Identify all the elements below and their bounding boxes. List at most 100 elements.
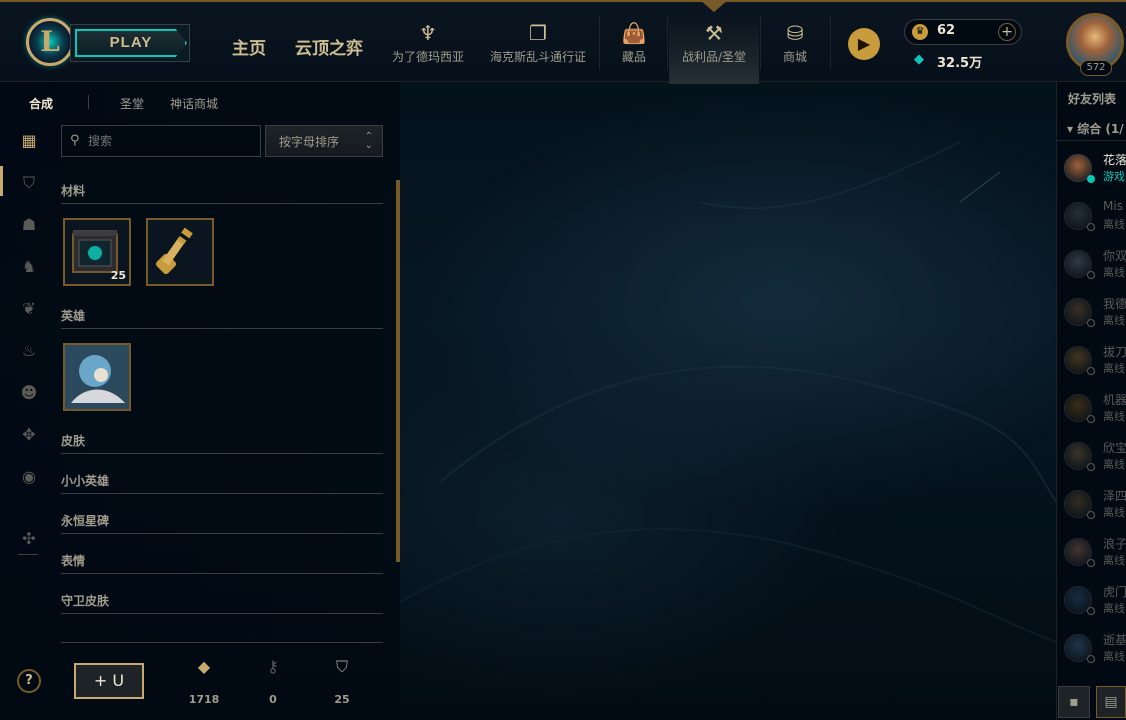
riot-points-value: 62 (937, 23, 956, 38)
friend-status-dot-icon (1087, 559, 1095, 567)
sort-dropdown-value: 按字母排序 (279, 135, 340, 149)
skin-mask-icon[interactable]: ♞ (16, 254, 42, 280)
friend-row[interactable]: 欣宝 离线 (1057, 436, 1126, 484)
friend-row[interactable]: 浪子 离线 (1057, 532, 1126, 580)
champion-shard-tile[interactable] (63, 343, 131, 411)
friend-status: 离线 (1103, 410, 1125, 423)
subtab-crafting[interactable]: 合成 (29, 95, 53, 112)
nav-home[interactable]: 主页 (232, 34, 266, 59)
nav-loot-label: 战利品/圣堂 (681, 50, 747, 64)
keys-value: 0 (269, 693, 277, 706)
section-materials[interactable]: 材料 (61, 182, 383, 204)
all-categories-grid-icon[interactable]: ▦ (16, 128, 42, 154)
tft-pass-icon[interactable]: ▶ (848, 28, 880, 60)
friend-row[interactable]: Mis 离线 (1057, 196, 1126, 244)
friend-status: 离线 (1103, 602, 1125, 615)
section-little-legends[interactable]: 小小英雄 (61, 472, 383, 494)
nav-for-demacia[interactable]: ♆ 为了德玛西亚 (386, 16, 470, 84)
friend-name: 泽四 (1103, 489, 1126, 503)
friend-status-dot-icon (1087, 367, 1095, 375)
friends-group-divider (1057, 140, 1126, 141)
friend-status-dot-icon (1087, 271, 1095, 279)
subtab-sanctum[interactable]: 圣堂 (120, 95, 144, 112)
league-logo-icon[interactable]: L (26, 18, 74, 66)
friend-row[interactable]: 逝基 离线 (1057, 628, 1126, 676)
champion-shard-icon (65, 345, 129, 409)
friends-list-title: 好友列表 (1068, 92, 1117, 106)
summoner-icon-category-icon[interactable]: ◉ (16, 464, 42, 490)
section-champions[interactable]: 英雄 (61, 307, 383, 329)
nav-divider (667, 16, 668, 70)
play-button-label: PLAY (75, 29, 187, 57)
chests-stat: ⛉ 25 (317, 656, 367, 706)
loot-panel: 合成 圣堂 神话商城 ▦ ⛉ ☗ ♞ ❦ ♨ ☻ ✥ ◉ ✣ ⚲ 按字母排序 ⌃… (0, 82, 400, 720)
friend-status: 离线 (1103, 362, 1125, 375)
trident-icon: ♆ (419, 21, 437, 45)
help-button[interactable]: ? (17, 669, 41, 693)
friend-status: 离线 (1103, 554, 1125, 567)
friends-group-header[interactable]: ▾ 综合 (1/ (1067, 120, 1124, 137)
nav-collection-label: 藏品 (621, 50, 646, 64)
category-rail: ▦ ⛉ ☗ ♞ ❦ ♨ ☻ ✥ ◉ ✣ (0, 122, 55, 720)
crafting-icon: ⚒ (705, 21, 723, 45)
subtab-mythic-shop[interactable]: 神话商城 (170, 95, 218, 112)
summoner-level-badge: 572 (1080, 60, 1112, 76)
add-riot-points-button[interactable]: + (998, 23, 1016, 41)
friend-status-dot-icon (1087, 415, 1095, 423)
emote-face-icon[interactable]: ☻ (16, 380, 42, 406)
friend-name: 花落 (1103, 153, 1126, 167)
section-emotes[interactable]: 表情 (61, 552, 383, 574)
orange-essence-stat: ◆ 1718 (179, 656, 229, 706)
friend-status: 离线 (1103, 650, 1125, 663)
section-skins[interactable]: 皮肤 (61, 432, 383, 454)
sort-dropdown[interactable]: 按字母排序 ⌃ ⌄ (265, 125, 383, 157)
play-button[interactable]: PLAY (70, 24, 190, 62)
hextech-key-tile[interactable] (146, 218, 214, 286)
eternals-flame-icon[interactable]: ♨ (16, 338, 42, 364)
friend-status-dot-icon (1087, 463, 1095, 471)
section-ward-skins[interactable]: 守卫皮肤 (61, 592, 383, 614)
ward-skin-icon[interactable]: ✥ (16, 422, 42, 448)
blue-essence-value: 32.5万 (937, 56, 983, 71)
hextech-chest-tile[interactable]: 25 (63, 218, 131, 286)
category-active-indicator (0, 166, 3, 196)
friend-row[interactable]: 泽四 离线 (1057, 484, 1126, 532)
search-box[interactable]: ⚲ (61, 125, 261, 157)
chest-category-icon[interactable]: ⛉ (16, 170, 42, 196)
friend-status-dot-icon (1087, 175, 1095, 183)
section-eternals[interactable]: 永恒星碑 (61, 512, 383, 534)
nav-divider (830, 16, 831, 70)
blue-essence-icon: ◆ (914, 52, 924, 67)
friend-status-dot-icon (1087, 655, 1095, 663)
friend-row[interactable]: 机器 离线 (1057, 388, 1126, 436)
search-input[interactable] (88, 132, 253, 150)
nav-store[interactable]: ⛁ 商城 (768, 16, 822, 84)
friend-status: 离线 (1103, 314, 1125, 327)
champion-helmet-icon[interactable]: ☗ (16, 212, 42, 238)
friend-row[interactable]: 虎门 离线 (1057, 580, 1126, 628)
add-capsule-button[interactable]: + U (74, 663, 144, 699)
friend-row[interactable]: 拔刀 离线 (1057, 340, 1126, 388)
nav-loot[interactable]: ⚒ 战利品/圣堂 (669, 16, 759, 84)
keys-stat: ⚷ 0 (248, 656, 298, 706)
nav-arena-pass[interactable]: ❐ 海克斯乱斗通行证 (484, 16, 592, 84)
riot-points-icon: ♛ (912, 24, 928, 40)
key-fragment-icon: ⚷ (267, 657, 279, 676)
friend-status-dot-icon (1087, 607, 1095, 615)
other-loot-icon[interactable]: ✣ (16, 526, 42, 552)
friend-row[interactable]: 你双 离线 (1057, 244, 1126, 292)
orange-essence-icon: ◆ (197, 657, 211, 676)
friend-row[interactable]: 我德 离线 (1057, 292, 1126, 340)
social-button[interactable]: ▤ (1096, 686, 1126, 718)
subtab-divider (88, 95, 89, 109)
nav-tft[interactable]: 云顶之弈 (295, 34, 363, 59)
chat-button[interactable]: ▪ (1058, 686, 1090, 718)
little-legend-icon[interactable]: ❦ (16, 296, 42, 322)
friend-status: 离线 (1103, 218, 1125, 231)
scrollbar-thumb[interactable] (396, 180, 400, 562)
friend-status: 离线 (1103, 506, 1125, 519)
friend-row[interactable]: 花落 游戏 (1057, 148, 1126, 196)
friend-status-dot-icon (1087, 319, 1095, 327)
friends-panel: 好友列表 ▾ 综合 (1/ 花落 游戏 Mis 离线 你双 离线 我德 离线 拔刀 离线 机器 离线欣… (1056, 82, 1126, 720)
nav-collection[interactable]: 👜 藏品 (610, 16, 658, 84)
